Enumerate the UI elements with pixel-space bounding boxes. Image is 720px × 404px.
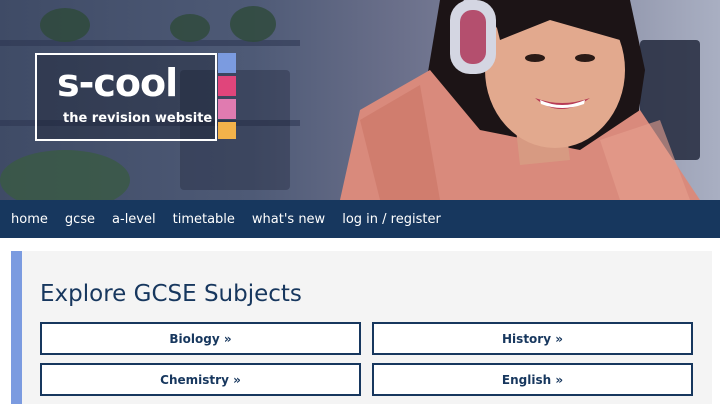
student-illustration <box>340 0 700 200</box>
nav-home[interactable]: home <box>11 212 48 227</box>
subject-button-history[interactable]: History » <box>372 322 693 355</box>
logo-strip-red <box>218 76 236 96</box>
logo-strip-blue <box>218 53 236 73</box>
background-plant <box>230 6 276 42</box>
subject-button-english[interactable]: English » <box>372 363 693 396</box>
logo-strip-orange <box>218 122 236 139</box>
subject-button-chemistry[interactable]: Chemistry » <box>40 363 361 396</box>
hero-banner: s-cool the revision website <box>0 0 720 200</box>
subject-button-biology[interactable]: Biology » <box>40 322 361 355</box>
background-plant <box>0 150 130 200</box>
logo-tagline: the revision website <box>63 111 213 126</box>
background-plant <box>170 14 210 42</box>
nav-gcse[interactable]: gcse <box>65 212 95 227</box>
logo-color-strips <box>218 53 236 142</box>
site-logo[interactable]: s-cool the revision website <box>35 53 217 141</box>
logo-name: s-cool <box>57 61 178 105</box>
background-plant <box>40 8 90 42</box>
nav-timetable[interactable]: timetable <box>173 212 235 227</box>
gcse-subjects-panel: Explore GCSE Subjects Biology » History … <box>11 251 712 404</box>
logo-strip-pink <box>218 99 236 119</box>
main-nav: home gcse a-level timetable what's new l… <box>0 200 720 238</box>
nav-whats-new[interactable]: what's new <box>252 212 325 227</box>
page-heading: Explore GCSE Subjects <box>40 281 302 307</box>
nav-a-level[interactable]: a-level <box>112 212 156 227</box>
nav-login-register[interactable]: log in / register <box>342 212 441 227</box>
